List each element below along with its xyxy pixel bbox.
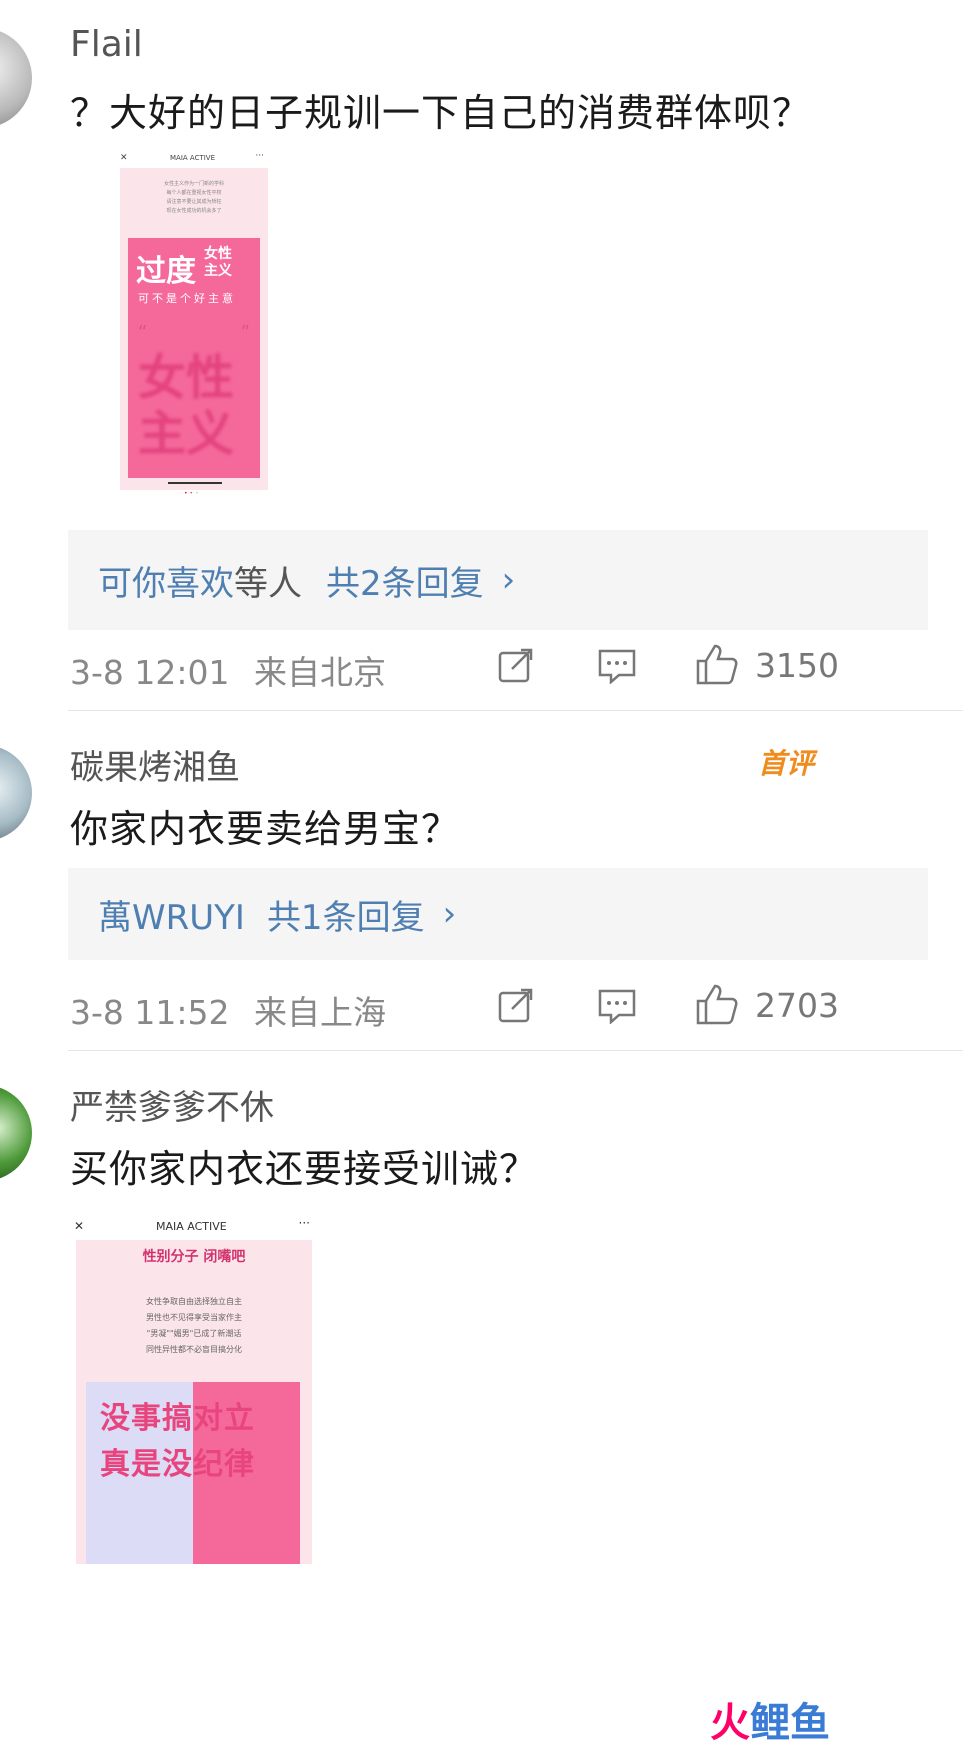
image-intro: 女性主义作为一门新的学科 每个人都在重视女性平权 请注意不要让其成为矫枉 现在女…	[120, 180, 268, 216]
location: 来自上海	[254, 993, 386, 1032]
pink-panel: 过度 女性 主义 可不是个好主意 “ ” 女性 主义	[128, 238, 260, 478]
comment-meta: 3-8 11:52 来自上海	[70, 986, 386, 1034]
image-poster: 性别分子 闭嘴吧 女性争取自由选择独立自主 男性也不见得享受当家作主 "男凝""…	[76, 1240, 312, 1564]
small-word: 女性	[204, 246, 232, 262]
timestamp: 3-8 11:52	[70, 993, 230, 1032]
reply-count[interactable]: 共2条回复	[326, 556, 484, 605]
image-topbar: ✕ MAIA ACTIVE ···	[116, 150, 268, 168]
watermark: 火鲤鱼	[710, 1690, 850, 1748]
avatar[interactable]	[0, 745, 32, 841]
intro-line: 请注意不要让其成为矫枉	[166, 199, 222, 205]
more-icon: ···	[298, 1216, 310, 1230]
blurred-word: 主义	[138, 406, 235, 462]
timestamp: 3-8 12:01	[70, 653, 230, 692]
poster-big-word: 过度	[136, 254, 196, 289]
reply-count[interactable]: 共1条回复	[267, 890, 425, 939]
poster-blurred-words: 女性 主义	[138, 350, 234, 462]
image-topbar-title: MAIA ACTIVE	[156, 1220, 227, 1233]
poster-slogan: 没事搞对立 真是没纪律	[100, 1396, 255, 1488]
username[interactable]: 碳果烤湘鱼	[70, 740, 240, 789]
comment-text: 你家内衣要卖给男宝？	[70, 807, 461, 851]
intro-line: 女性争取自由选择独立自主	[146, 1297, 242, 1306]
more-icon: ···	[255, 151, 264, 161]
poster-small-words: 女性 主义	[204, 246, 232, 280]
username[interactable]: 严禁爹爹不休	[70, 1080, 274, 1129]
intro-line: 每个人都在重视女性平权	[166, 190, 222, 196]
close-quote: ”	[240, 322, 250, 343]
reply-preview[interactable]: 可你喜欢 等人 共2条回复 ›	[68, 530, 928, 630]
like-icon[interactable]	[695, 642, 739, 690]
reply-names[interactable]: 可你喜欢	[98, 556, 234, 605]
avatar[interactable]	[0, 1085, 32, 1181]
share-icon[interactable]	[497, 646, 535, 688]
intro-line: 男性也不见得享受当家作主	[146, 1313, 242, 1322]
close-icon: ✕	[120, 153, 128, 163]
like-icon[interactable]	[695, 982, 739, 1030]
comment-text: 买你家内衣还要接受训诫？	[70, 1147, 539, 1191]
intro-line: "男凝""媚男"已成了新潮话	[146, 1329, 242, 1338]
open-quote: “	[138, 322, 148, 343]
like-count: 3150	[755, 646, 839, 685]
reply-names[interactable]: 萬WRUYI	[98, 890, 245, 939]
avatar[interactable]	[0, 28, 32, 128]
poster-tagline: 可不是个好主意	[138, 292, 236, 305]
home-indicator	[168, 482, 222, 484]
watermark-text: 火鲤鱼	[710, 1700, 830, 1746]
slogan-line: 真是没纪律	[100, 1447, 255, 1482]
like-count: 2703	[755, 986, 839, 1025]
chevron-right-icon: ›	[442, 894, 457, 934]
blurred-word: 女性	[138, 350, 235, 406]
poster-heading: 性别分子 闭嘴吧	[142, 1249, 246, 1265]
share-icon[interactable]	[497, 986, 535, 1028]
divider	[68, 710, 963, 711]
image-intro: 女性争取自由选择独立自主 男性也不见得享受当家作主 "男凝""媚男"已成了新潮话…	[76, 1294, 312, 1358]
small-word: 主义	[204, 263, 232, 279]
location: 来自北京	[254, 653, 386, 692]
reply-preview[interactable]: 萬WRUYI 共1条回复 ›	[68, 868, 928, 960]
chevron-right-icon: ›	[501, 560, 516, 600]
comment-meta: 3-8 12:01 来自北京	[70, 646, 386, 694]
comment-image[interactable]: ✕ MAIA ACTIVE ··· 性别分子 闭嘴吧 女性争取自由选择独立自主 …	[70, 1214, 316, 1564]
intro-line: 现在女性成功的机会多了	[166, 208, 222, 214]
close-icon: ✕	[74, 1219, 85, 1233]
intro-line: 女性主义作为一门新的学科	[163, 181, 224, 187]
split-panel: 没事搞对立 真是没纪律	[86, 1382, 300, 1564]
divider	[68, 1050, 963, 1051]
comment-image[interactable]: ✕ MAIA ACTIVE ··· 女性主义作为一门新的学科 每个人都在重视女性…	[116, 150, 268, 497]
image-topbar-title: MAIA ACTIVE	[170, 154, 216, 162]
image-topbar: ✕ MAIA ACTIVE ···	[70, 1214, 316, 1240]
page-dots: •••	[184, 490, 201, 497]
comment-icon[interactable]	[597, 648, 637, 688]
comment-icon[interactable]	[597, 988, 637, 1028]
intro-line: 同性异性都不必盲目搞分化	[146, 1345, 242, 1354]
slogan-line: 没事搞对立	[100, 1401, 255, 1436]
username[interactable]: Flail	[70, 24, 143, 65]
comment-text: ？大好的日子规训一下自己的消费群体呗？	[70, 91, 812, 135]
reply-mid: 等人	[234, 563, 302, 604]
image-poster: 女性主义作为一门新的学科 每个人都在重视女性平权 请注意不要让其成为矫枉 现在女…	[120, 168, 268, 490]
first-comment-badge: 首评	[758, 747, 815, 780]
